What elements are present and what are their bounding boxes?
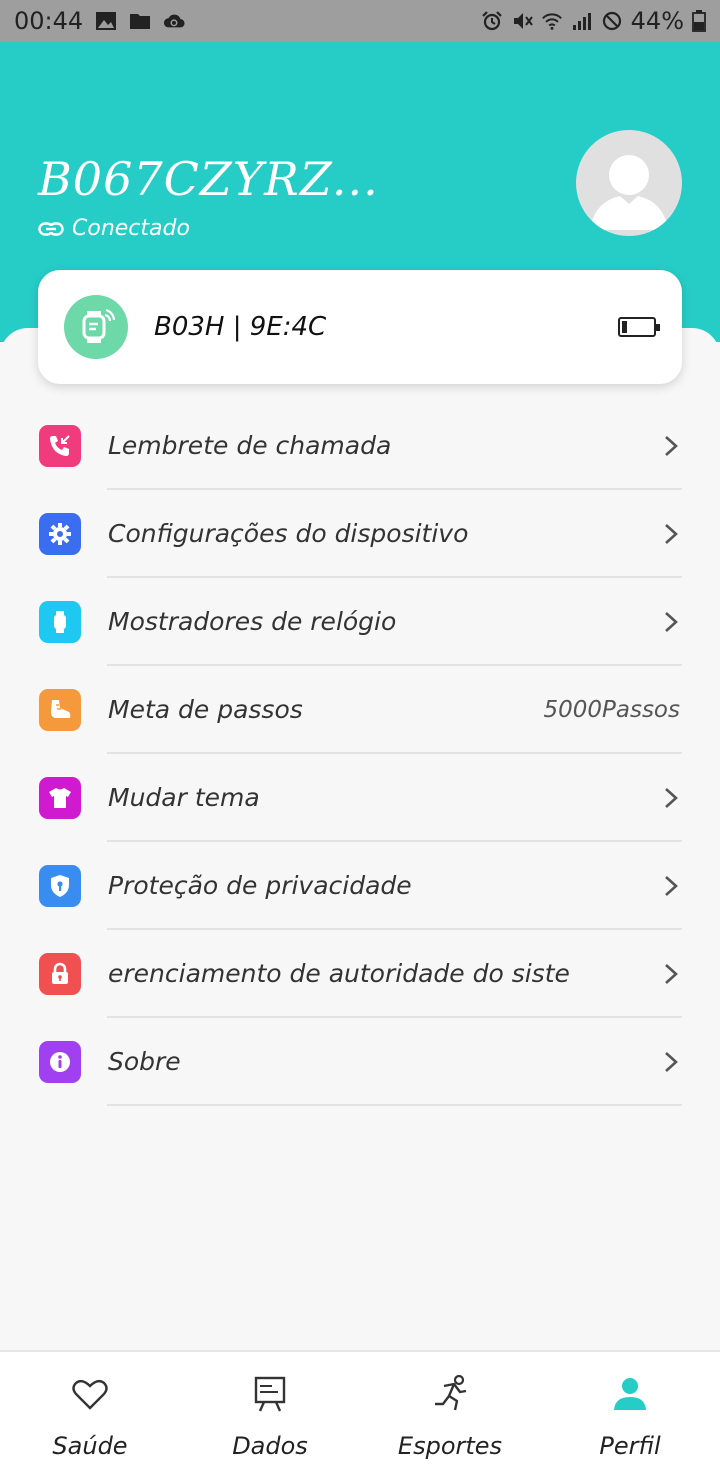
menu-item-device-settings[interactable]: Configurações do dispositivo [0, 490, 720, 578]
menu-item-about[interactable]: Sobre [0, 1018, 720, 1106]
step-goal-value: 5000Passos [543, 697, 680, 723]
signal-icon [572, 13, 591, 30]
shield-icon [39, 865, 81, 907]
image-icon [96, 12, 117, 30]
profile-icon [614, 1378, 646, 1410]
chevron-right-icon [665, 524, 678, 544]
shirt-icon [39, 777, 81, 819]
cloud-sync-icon [164, 14, 185, 28]
info-icon [39, 1041, 81, 1083]
user-silhouette-icon [590, 155, 668, 230]
tab-data[interactable]: Dados [180, 1352, 360, 1480]
chevron-right-icon [665, 964, 678, 984]
device-name: B067CZYRZ... [38, 152, 379, 206]
menu-label: erenciamento de autoridade do sistema [108, 959, 570, 988]
chart-board-icon [254, 1376, 286, 1412]
menu-label: Configurações do dispositivo [108, 519, 469, 548]
chevron-right-icon [665, 1052, 678, 1072]
menu-label: Proteção de privacidade [108, 871, 412, 900]
chevron-right-icon [665, 788, 678, 808]
mute-icon [513, 13, 533, 29]
battery-icon [618, 317, 660, 337]
device-id: B03H | 9E:4C [154, 312, 327, 342]
runner-icon [435, 1374, 467, 1411]
chevron-right-icon [665, 436, 678, 456]
tab-sports[interactable]: Esportes [360, 1352, 540, 1480]
tab-health[interactable]: Saúde [0, 1352, 180, 1480]
menu-label: Mudar tema [108, 783, 260, 812]
chevron-right-icon [665, 612, 678, 632]
shoe-icon [39, 689, 81, 731]
connection-label: Conectado [72, 216, 190, 241]
watch-icon [39, 601, 81, 643]
watch-avatar [64, 295, 128, 359]
menu-item-call-reminder[interactable]: Lembrete de chamada [0, 402, 720, 490]
menu-label: Sobre [108, 1047, 181, 1076]
status-time: 00:44 [14, 7, 84, 35]
do-not-disturb-icon [602, 11, 621, 31]
wifi-icon [541, 13, 562, 30]
battery-percent: 44% [630, 7, 684, 35]
menu-item-system-permissions[interactable]: erenciamento de autoridade do sistema [0, 930, 720, 1018]
tab-label: Esportes [397, 1432, 503, 1460]
settings-menu: Lembrete de chamada Configurações do dis… [0, 402, 720, 1106]
menu-label: Meta de passos [108, 695, 303, 724]
battery-status-icon [692, 10, 706, 32]
link-icon [38, 221, 64, 236]
tab-profile[interactable]: Perfil [540, 1352, 720, 1480]
chevron-right-icon [665, 876, 678, 896]
connection-status: Conectado [38, 216, 190, 241]
menu-item-step-goal[interactable]: Meta de passos 5000Passos [0, 666, 720, 754]
tab-label: Saúde [52, 1432, 128, 1460]
battery-fill [622, 321, 628, 333]
menu-item-change-theme[interactable]: Mudar tema [0, 754, 720, 842]
menu-item-watch-faces[interactable]: Mostradores de relógio [0, 578, 720, 666]
heart-icon [72, 1379, 108, 1410]
menu-label: Mostradores de relógio [108, 607, 397, 636]
bottom-navigation: Saúde Dados Esportes Perfil [0, 1350, 720, 1480]
menu-label: Lembrete de chamada [108, 431, 392, 460]
folder-icon [130, 14, 151, 29]
menu-item-privacy[interactable]: Proteção de privacidade [0, 842, 720, 930]
avatar[interactable] [576, 130, 682, 236]
device-card[interactable]: B03H | 9E:4C [38, 270, 682, 384]
phone-icon [39, 425, 81, 467]
divider [107, 1104, 682, 1106]
lock-icon [39, 953, 81, 995]
gear-icon [39, 513, 81, 555]
tab-label: Dados [232, 1432, 308, 1460]
status-bar: 00:44 44% [0, 0, 720, 42]
smartwatch-icon [82, 308, 116, 343]
tab-label: Perfil [599, 1432, 661, 1460]
alarm-icon [481, 11, 502, 31]
